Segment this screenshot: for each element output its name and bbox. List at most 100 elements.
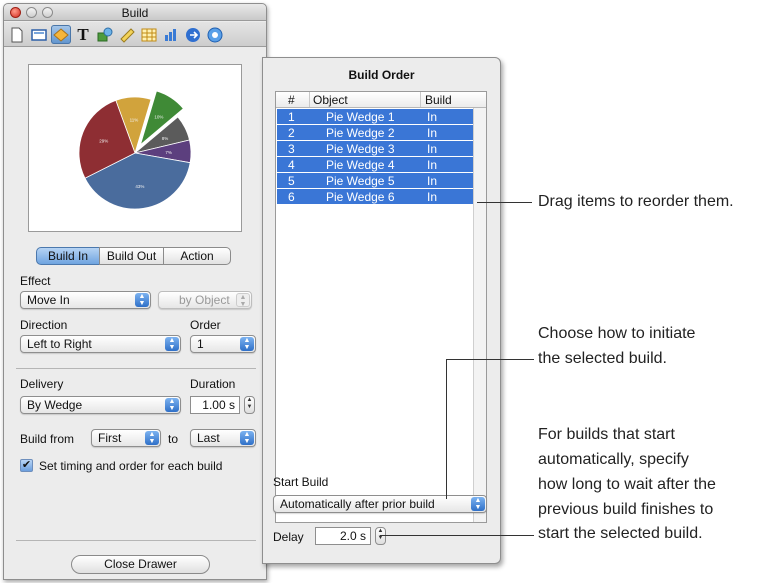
slide-icon[interactable] — [29, 25, 49, 44]
callout-leader-line — [380, 535, 534, 536]
popup-arrows-icon: ▲ ▼ — [471, 497, 485, 511]
table-row[interactable]: 4 Pie Wedge 4 In — [277, 157, 473, 173]
table-row[interactable]: 2 Pie Wedge 2 In — [277, 125, 473, 141]
pie-wedge-label: 29% — [99, 139, 108, 144]
delivery-value: By Wedge — [27, 398, 83, 412]
text-icon[interactable]: T — [73, 25, 93, 44]
callout-initiate-line1: Choose how to initiate — [538, 325, 696, 342]
popup-arrows-icon: ▲ ▼ — [165, 398, 179, 412]
row-number: 6 — [288, 190, 295, 204]
table-row[interactable]: 1 Pie Wedge 1 In — [277, 109, 473, 125]
close-drawer-button[interactable]: Close Drawer — [71, 555, 210, 574]
delay-field[interactable]: 2.0 s — [315, 527, 371, 545]
delay-stepper[interactable]: ▲ ▼ — [375, 527, 386, 545]
title-bar: Build — [4, 4, 266, 21]
row-object: Pie Wedge 5 — [326, 174, 395, 188]
table-row[interactable]: 6 Pie Wedge 6 In — [277, 189, 473, 205]
build-from-label: Build from — [20, 432, 75, 446]
build-order-table[interactable]: # Object Build 1 Pie Wedge 1 In 2 Pie Wedge… — [275, 91, 487, 523]
row-object: Pie Wedge 6 — [326, 190, 395, 204]
pie-wedge-label: 10% — [154, 115, 163, 120]
metrics-icon[interactable] — [117, 25, 137, 44]
tab-build-out[interactable]: Build Out — [99, 247, 164, 265]
effect-subtype-popup: by Object ▲ ▼ — [158, 291, 252, 309]
row-object: Pie Wedge 4 — [326, 158, 395, 172]
direction-value: Left to Right — [27, 337, 92, 351]
row-number: 4 — [288, 158, 295, 172]
popup-arrows-icon: ▲ ▼ — [135, 293, 149, 307]
quicktime-icon[interactable] — [205, 25, 225, 44]
build-order-drawer: Build Order # Object Build 1 Pie Wedge 1 I… — [262, 57, 501, 564]
graphic-icon[interactable] — [95, 25, 115, 44]
duration-label: Duration — [190, 377, 236, 391]
row-number: 1 — [288, 110, 295, 124]
row-build: In — [427, 142, 438, 156]
duration-stepper[interactable]: ▲ ▼ — [244, 396, 255, 414]
inspector-toolbar: T — [4, 22, 266, 47]
callout-delay-line1: For builds that start — [538, 426, 675, 443]
tab-build-in[interactable]: Build In — [36, 247, 100, 265]
row-build: In — [427, 126, 438, 140]
drawer-title: Build Order — [348, 68, 415, 82]
row-object: Pie Wedge 1 — [326, 110, 395, 124]
start-build-label: Start Build — [273, 475, 329, 489]
start-build-value: Automatically after prior build — [280, 497, 435, 511]
row-object: Pie Wedge 3 — [326, 142, 395, 156]
duration-field[interactable]: 1.00 s — [190, 396, 240, 414]
column-header-build[interactable]: Build — [425, 93, 452, 107]
divider — [16, 540, 256, 541]
popup-arrows-icon: ▲ ▼ — [145, 431, 159, 445]
build-icon[interactable] — [51, 25, 71, 44]
callout-delay-line2: automatically, specify — [538, 451, 689, 468]
to-label: to — [168, 432, 179, 446]
row-object: Pie Wedge 2 — [326, 126, 395, 140]
row-number: 5 — [288, 174, 295, 188]
callout-reorder: Drag items to reorder them. — [538, 193, 734, 210]
order-popup[interactable]: 1 ▲ ▼ — [190, 335, 256, 353]
table-icon[interactable] — [139, 25, 159, 44]
document-icon[interactable] — [7, 25, 27, 44]
popup-arrows-icon: ▲ ▼ — [236, 293, 250, 308]
table-scrollbar[interactable] — [473, 108, 486, 522]
row-build: In — [427, 174, 438, 188]
preview-pie-chart: 11% 10% 8% 7% 43% 29% — [78, 90, 192, 210]
callout-leader-line — [446, 359, 447, 499]
column-divider — [309, 92, 310, 107]
delivery-popup[interactable]: By Wedge ▲ ▼ — [20, 396, 181, 414]
callout-initiate-line2: the selected build. — [538, 350, 667, 367]
start-build-popup[interactable]: Automatically after prior build ▲ ▼ — [273, 495, 487, 513]
hyperlink-icon[interactable] — [183, 25, 203, 44]
divider — [16, 368, 256, 369]
tab-action[interactable]: Action — [163, 247, 231, 265]
effect-label: Effect — [20, 274, 51, 288]
column-divider — [420, 92, 421, 107]
order-label: Order — [190, 318, 221, 332]
callout-delay-line3: how long to wait after the — [538, 476, 716, 493]
build-to-popup[interactable]: Last ▲ ▼ — [190, 429, 256, 447]
timing-checkbox[interactable]: ✔ — [20, 459, 33, 472]
build-from-value: First — [98, 431, 122, 445]
row-number: 2 — [288, 126, 295, 140]
table-row[interactable]: 3 Pie Wedge 3 In — [277, 141, 473, 157]
delay-label: Delay — [273, 530, 304, 544]
table-row[interactable]: 5 Pie Wedge 5 In — [277, 173, 473, 189]
pie-wedge-label: 11% — [130, 117, 139, 122]
window-title: Build — [121, 6, 149, 20]
callout-delay-line5: start the selected build. — [538, 525, 703, 542]
delivery-label: Delivery — [20, 377, 64, 391]
row-number: 3 — [288, 142, 295, 156]
timing-checkbox-label: Set timing and order for each build — [39, 459, 223, 473]
popup-arrows-icon: ▲ ▼ — [240, 431, 254, 445]
chart-icon[interactable] — [161, 25, 181, 44]
callout-delay-line4: previous build finishes to — [538, 501, 714, 518]
direction-label: Direction — [20, 318, 68, 332]
column-header-number[interactable]: # — [288, 93, 295, 107]
direction-popup[interactable]: Left to Right ▲ ▼ — [20, 335, 181, 353]
build-from-popup[interactable]: First ▲ ▼ — [91, 429, 161, 447]
popup-arrows-icon: ▲ ▼ — [165, 337, 179, 351]
row-build: In — [427, 190, 438, 204]
effect-popup[interactable]: Move In ▲ ▼ — [20, 291, 151, 309]
column-header-object[interactable]: Object — [313, 93, 348, 107]
table-header: # Object Build — [276, 92, 486, 108]
effect-subtype-value: by Object — [179, 293, 230, 307]
